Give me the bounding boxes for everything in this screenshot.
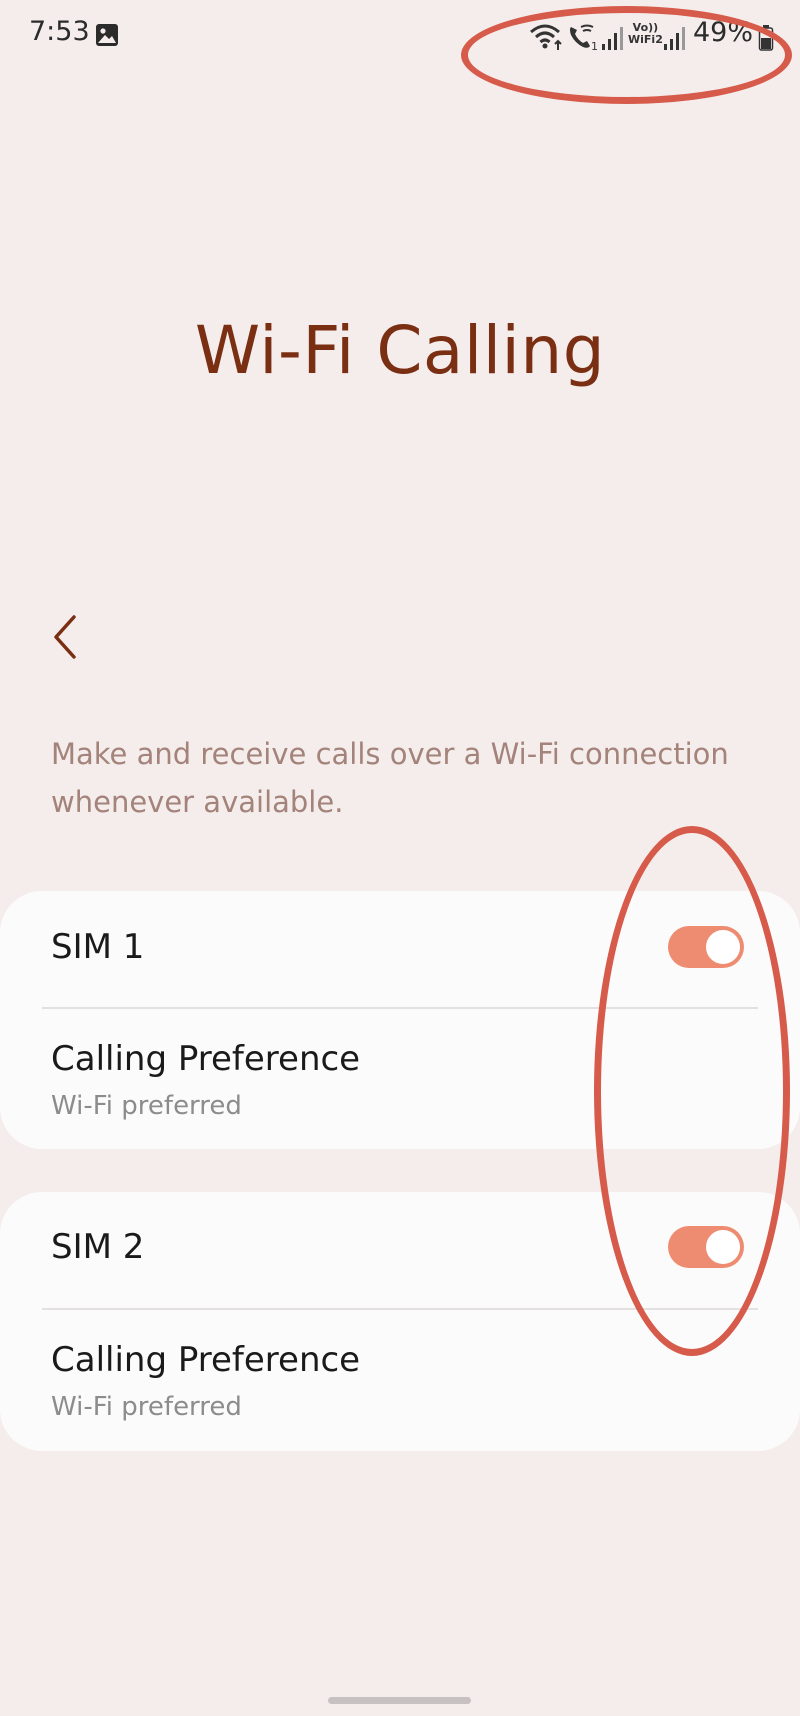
volte-label-line2: WiFi2 [628,33,663,46]
sim1-toggle-switch[interactable] [668,926,744,968]
battery-icon [758,25,774,51]
sim1-card: SIM 1 Calling Preference Wi-Fi preferred [0,891,800,1149]
gallery-icon [96,24,118,46]
signal-icon [664,27,685,50]
signal-icon [602,27,623,50]
sim2-card: SIM 2 Calling Preference Wi-Fi preferred [0,1192,800,1451]
back-arrow-icon [54,615,76,659]
home-indicator[interactable] [328,1697,471,1704]
status-time: 7:53 [29,16,90,47]
volte-wifi-icon: Vo)) WiFi2 [628,22,663,46]
sim2-calling-preference-value: Wi-Fi preferred [51,1392,242,1422]
battery-percent: 49% [693,17,754,48]
status-bar: 7:53 1 Vo)) WiFi2 49% [0,0,800,72]
sim1-label: SIM 1 [51,927,145,967]
toggle-knob [704,1228,742,1266]
sim2-label: SIM 2 [51,1227,145,1267]
description-text: Make and receive calls over a Wi-Fi conn… [51,737,729,819]
toggle-knob [704,928,742,966]
back-button[interactable] [44,605,88,665]
divider [42,1007,758,1009]
svg-text:1: 1 [591,40,598,52]
page-title: Wi-Fi Calling [194,312,606,389]
status-icons: 1 Vo)) WiFi2 49% [528,16,778,56]
sim2-toggle-switch[interactable] [668,1226,744,1268]
wifi-icon [530,24,562,50]
wifi-call-icon: 1 [570,24,598,52]
sim1-calling-preference-value: Wi-Fi preferred [51,1091,242,1121]
sim1-calling-preference-label: Calling Preference [51,1039,361,1079]
sim2-calling-preference-label: Calling Preference [51,1340,361,1380]
divider [42,1308,758,1310]
